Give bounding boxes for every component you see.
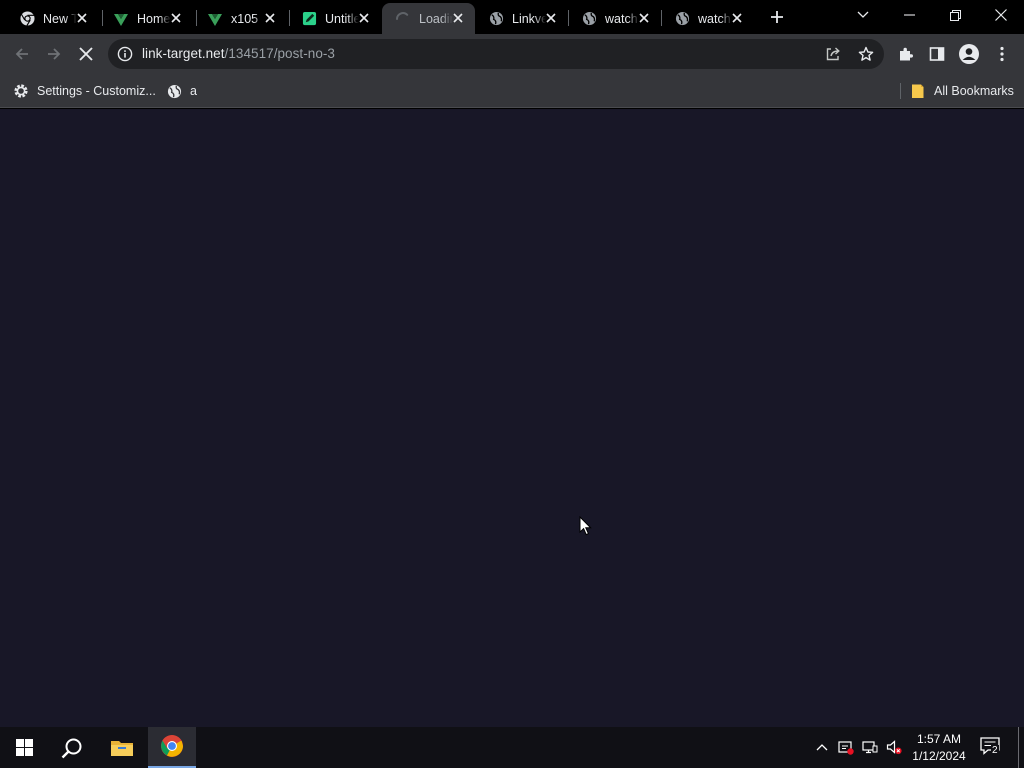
close-tab-icon[interactable] [544, 11, 558, 25]
close-tab-icon[interactable] [637, 11, 651, 25]
site-info-icon[interactable] [117, 46, 133, 62]
share-icon[interactable] [824, 45, 842, 63]
loading-spinner-icon [395, 11, 411, 27]
tab-title: x105 [231, 11, 259, 26]
globe-icon [581, 11, 597, 27]
close-tab-icon[interactable] [263, 11, 277, 25]
tab-home[interactable]: Home [100, 3, 193, 34]
bookmark-separator [900, 83, 901, 99]
tab-strip: New Tab Home x105 Untitled [0, 0, 1024, 34]
close-tab-icon[interactable] [451, 11, 465, 25]
tab-search-button[interactable] [840, 0, 886, 30]
tab-title: New Tab [43, 11, 77, 26]
menu-kebab-icon[interactable] [988, 40, 1016, 68]
close-tab-icon[interactable] [169, 11, 183, 25]
tab-title: watch [605, 11, 638, 26]
close-tab-icon[interactable] [357, 11, 371, 25]
bookmark-star-icon[interactable] [857, 45, 875, 63]
clock-time: 1:57 AM [916, 732, 962, 746]
search-icon[interactable] [48, 727, 96, 768]
restore-button[interactable] [932, 0, 978, 30]
close-tab-icon[interactable] [730, 11, 744, 25]
bookmark-label: Settings - Customiz... [37, 84, 156, 98]
forward-button[interactable] [40, 40, 68, 68]
mouse-cursor-icon [579, 515, 592, 539]
tab-title: Home [137, 11, 171, 26]
chrome-icon [160, 734, 184, 761]
bookmarks-bar: Settings - Customiz... a All Bookmarks [0, 74, 1024, 108]
network-icon[interactable] [862, 739, 878, 755]
tab-title: Untitled [325, 11, 359, 26]
close-window-button[interactable] [978, 0, 1024, 30]
file-explorer-icon[interactable] [98, 727, 146, 768]
shield-logo-icon [207, 11, 223, 27]
all-bookmarks-label: All Bookmarks [934, 84, 1014, 98]
clock-date: 1/12/2024 [912, 749, 966, 763]
tab-new-tab[interactable]: New Tab [6, 3, 99, 34]
notification-count-badge: 2 [991, 745, 999, 756]
tab-watch-1[interactable]: watch [568, 3, 661, 34]
bookmark-label: a [190, 84, 197, 98]
windows-taskbar: 1:57 AM 1/12/2024 2 [0, 727, 1024, 768]
tab-title: Loading [419, 11, 453, 26]
tab-title: watch [698, 11, 731, 26]
show-hidden-icons-chevron-icon[interactable] [814, 739, 830, 755]
profile-avatar[interactable] [955, 40, 983, 68]
globe-icon [488, 11, 504, 27]
action-center-icon[interactable]: 2 [980, 737, 1002, 759]
tab-watch-2[interactable]: watch [661, 3, 754, 34]
chrome-taskbar-button[interactable] [148, 727, 196, 768]
system-clock[interactable]: 1:57 AM 1/12/2024 [903, 731, 975, 765]
tab-untitled[interactable]: Untitled [288, 3, 381, 34]
new-tab-button[interactable] [767, 7, 787, 27]
tab-loading[interactable]: Loading [382, 3, 475, 34]
url-text[interactable]: link-target.net/134517/post-no-3 [142, 46, 335, 61]
back-button[interactable] [8, 40, 36, 68]
all-bookmarks-button[interactable]: All Bookmarks [910, 82, 1014, 100]
stop-loading-button[interactable] [72, 40, 100, 68]
show-desktop-button[interactable] [1018, 727, 1019, 768]
address-bar[interactable]: link-target.net/134517/post-no-3 [108, 39, 884, 69]
edit-note-icon [301, 11, 317, 27]
tab-title: Linkvertise [512, 11, 546, 26]
bookmark-settings[interactable]: Settings - Customiz... [13, 82, 156, 100]
page-content[interactable] [0, 109, 1024, 727]
security-alert-icon[interactable] [838, 739, 854, 755]
extensions-button[interactable] [892, 40, 920, 68]
shield-logo-icon [113, 11, 129, 27]
chrome-icon [19, 11, 35, 27]
tab-x105[interactable]: x105 [194, 3, 287, 34]
globe-icon [674, 11, 690, 27]
browser-toolbar: link-target.net/134517/post-no-3 [0, 34, 1024, 74]
windows-start-icon[interactable] [0, 727, 48, 768]
gear-icon [13, 83, 29, 99]
url-path: /134517/post-no-3 [224, 46, 335, 61]
folder-icon [910, 83, 926, 99]
minimize-button[interactable] [886, 0, 932, 30]
close-tab-icon[interactable] [75, 11, 89, 25]
globe-icon [166, 83, 182, 99]
side-panel-button[interactable] [923, 40, 951, 68]
volume-muted-icon[interactable] [886, 739, 902, 755]
tab-linkvertise[interactable]: Linkvertise [475, 3, 568, 34]
url-host: link-target.net [142, 46, 225, 61]
bookmark-a[interactable]: a [166, 82, 197, 100]
